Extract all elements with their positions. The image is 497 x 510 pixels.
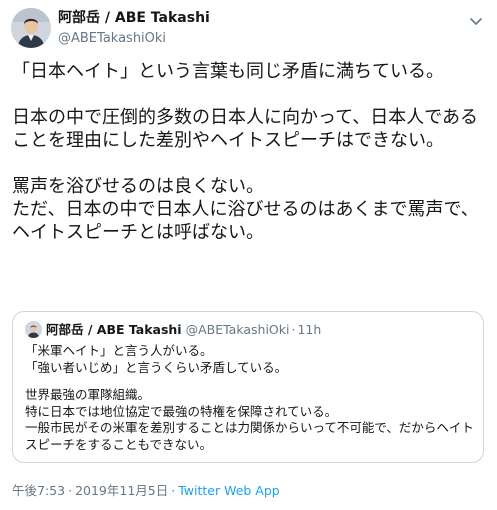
author-handle[interactable]: @ABETakashiOki — [58, 30, 210, 48]
avatar-photo — [11, 8, 51, 48]
tweet-text: 「日本ヘイト」という言葉も同じ矛盾に満ちている。 日本の中で圧倒的多数の日本人に… — [12, 60, 492, 244]
tweet: 阿部岳 / ABE Takashi @ABETakashiOki 「日本ヘイト」… — [0, 0, 497, 510]
avatar-photo — [25, 321, 42, 338]
quoted-tweet[interactable]: 阿部岳 / ABE Takashi @ABETakashiOki · 11h 「米軍ヘ… — [12, 311, 484, 463]
meta-separator: · — [171, 483, 176, 498]
quoted-tweet-text: 「米軍ヘイト」と言う人がいる。 「強い者いじめ」と言うくらい矛盾している。 世界… — [25, 343, 480, 453]
tweet-time[interactable]: 午後7:53 — [12, 483, 65, 498]
quoted-tweet-header: 阿部岳 / ABE Takashi @ABETakashiOki · 11h — [25, 320, 321, 338]
quoted-tweet-time: 11h — [297, 322, 322, 337]
quoted-tweet-avatar — [25, 321, 42, 338]
tweet-date[interactable]: 2019年11月5日 — [75, 483, 168, 498]
chevron-down-icon[interactable] — [467, 12, 485, 30]
quoted-tweet-paragraph: 世界最強の軍隊組織。 特に日本では地位協定で最強の特権を保障されている。 一般市… — [25, 387, 474, 452]
quoted-tweet-paragraph: 「米軍ヘイト」と言う人がいる。 「強い者いじめ」と言うくらい矛盾している。 — [25, 343, 288, 375]
tweet-paragraph: 罵声を浴びせるのは良くない。 ただ、日本の中で日本人に浴びせるのはあくまで罵声で… — [12, 176, 479, 243]
author-block: 阿部岳 / ABE Takashi @ABETakashiOki — [58, 10, 210, 48]
tweet-paragraph: 「日本ヘイト」という言葉も同じ矛盾に満ちている。 — [12, 61, 444, 82]
tweet-meta: 午後7:53 · 2019年11月5日 · Twitter Web App — [12, 483, 280, 499]
tweet-source-link[interactable]: Twitter Web App — [178, 483, 280, 498]
quoted-tweet-separator: · — [291, 322, 296, 337]
quoted-tweet-display-name: 阿部岳 / ABE Takashi — [46, 322, 182, 337]
avatar[interactable] — [11, 8, 51, 48]
meta-separator: · — [68, 483, 73, 498]
quoted-tweet-handle: @ABETakashiOki — [185, 322, 290, 337]
author-display-name[interactable]: 阿部岳 / ABE Takashi — [58, 10, 210, 27]
tweet-paragraph: 日本の中で圧倒的多数の日本人に向かって、日本人であることを理由にした差別やヘイト… — [12, 107, 479, 151]
